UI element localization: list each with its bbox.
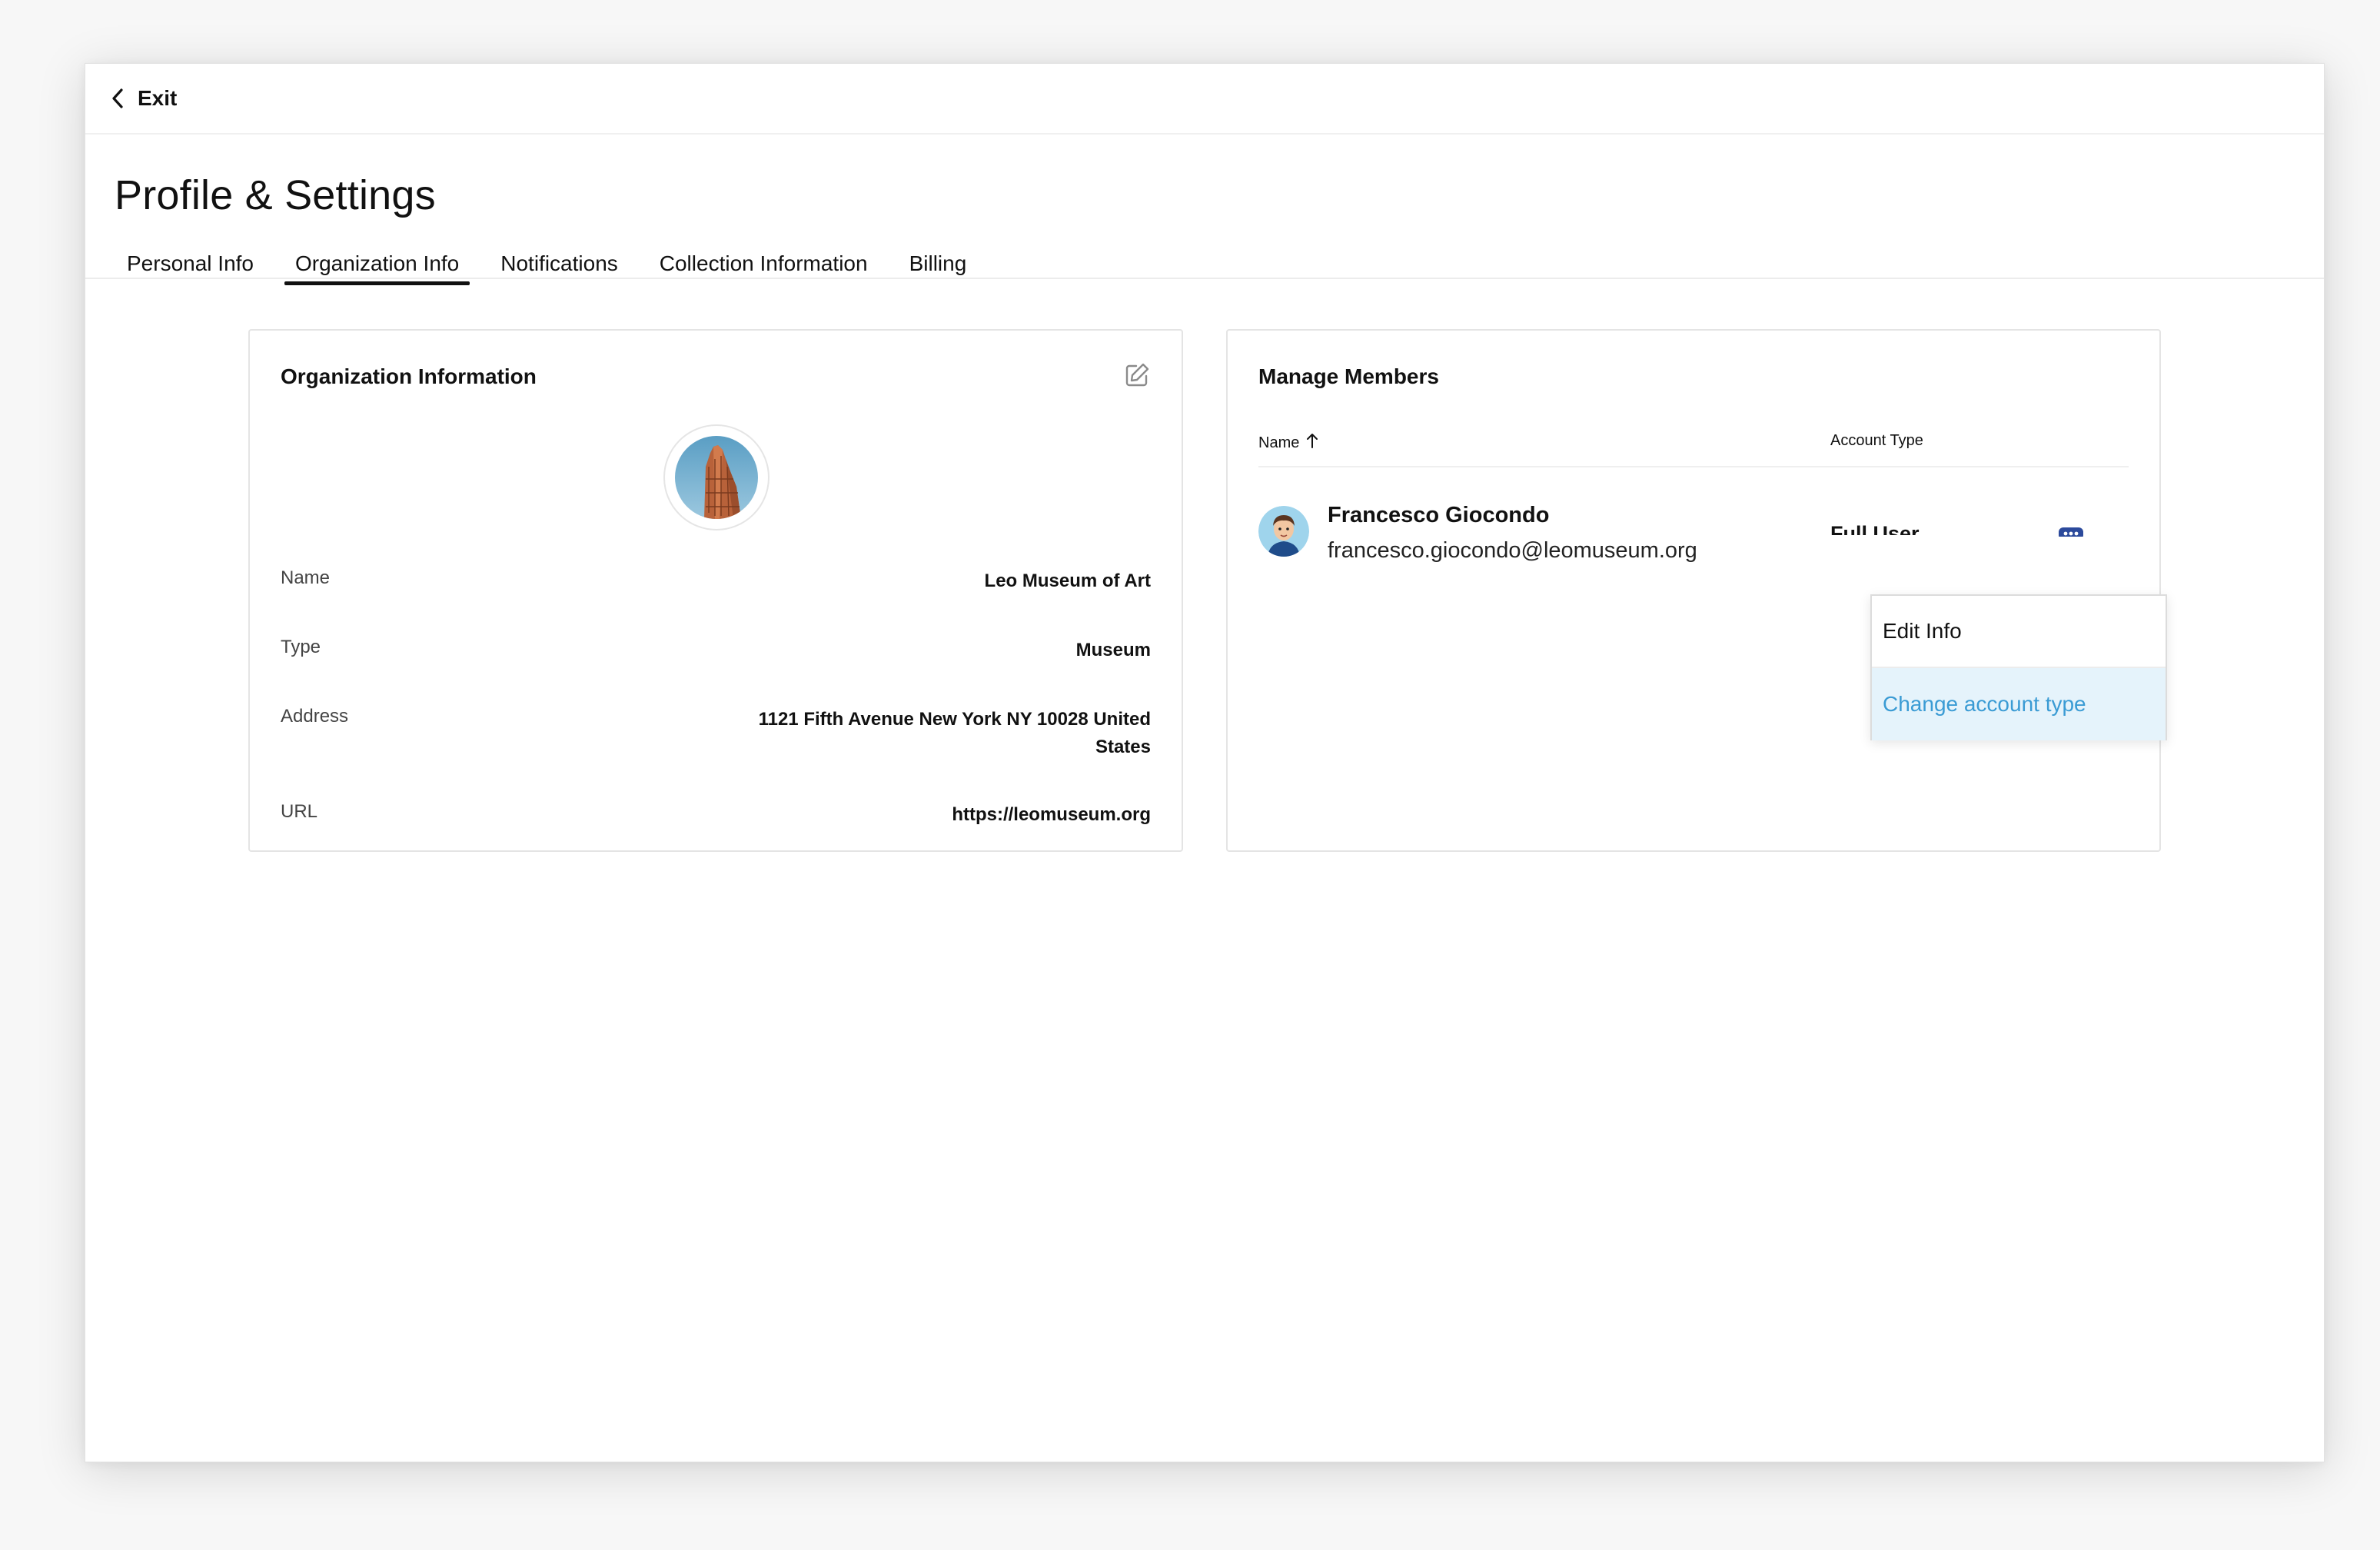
- member-actions-menu: Edit Info Change account type: [1870, 594, 2167, 740]
- arrow-up-icon: [1305, 432, 1319, 454]
- edit-icon[interactable]: [1123, 361, 1151, 389]
- header-divider: [1258, 466, 2129, 467]
- settings-window: Exit Profile & Settings Personal Info Or…: [85, 63, 2325, 1462]
- info-label: URL: [281, 801, 318, 822]
- column-label: Account Type: [1830, 432, 1923, 449]
- tab-notifications[interactable]: Notifications: [490, 247, 629, 281]
- info-value: Museum: [1075, 640, 1151, 660]
- column-header-name[interactable]: Name: [1258, 432, 1319, 454]
- top-bar: Exit: [85, 64, 2324, 135]
- info-label: Name: [281, 567, 331, 588]
- info-value: https://leomuseum.org: [952, 804, 1151, 825]
- avatar: [1258, 506, 1309, 557]
- more-options-icon[interactable]: [2058, 526, 2084, 537]
- info-row-url: URL https://leomuseum.org: [281, 801, 1151, 829]
- member-email: francesco.giocondo@leomuseum.org: [1328, 538, 1697, 563]
- info-row-type: Type Museum: [281, 637, 1151, 664]
- info-value: Leo Museum of Art: [984, 570, 1151, 591]
- info-label: Type: [281, 637, 321, 657]
- chevron-left-icon: [111, 88, 124, 108]
- organization-photo: [675, 436, 758, 519]
- menu-item-edit-info[interactable]: Edit Info: [1872, 596, 2166, 668]
- card-title: Organization Information: [281, 364, 537, 388]
- exit-button[interactable]: Exit: [111, 86, 177, 111]
- info-row-name: Name Leo Museum of Art: [281, 567, 1151, 595]
- tab-collection-information[interactable]: Collection Information: [649, 247, 879, 281]
- exit-label: Exit: [138, 86, 178, 110]
- tabs-divider: [85, 278, 2324, 279]
- member-name: Francesco Giocondo: [1328, 503, 1550, 527]
- column-header-account-type[interactable]: Account Type: [1830, 432, 1923, 450]
- manage-members-card: Manage Members Name Account Type Frances…: [1226, 329, 2161, 852]
- tab-organization-info[interactable]: Organization Info: [284, 247, 470, 285]
- organization-avatar: [663, 424, 770, 531]
- info-row-address: Address 1121 Fifth Avenue New York NY 10…: [281, 706, 1151, 761]
- column-label: Name: [1258, 434, 1300, 451]
- member-account-type: Full User: [1830, 522, 1920, 535]
- page-title: Profile & Settings: [115, 172, 436, 218]
- organization-info-card: Organization Information Name Leo Museum…: [248, 329, 1183, 852]
- info-value: 1121 Fifth Avenue New York NY 10028 Unit…: [758, 709, 1151, 757]
- menu-item-change-account-type[interactable]: Change account type: [1872, 668, 2166, 740]
- info-label: Address: [281, 706, 349, 727]
- tab-personal-info[interactable]: Personal Info: [116, 247, 264, 281]
- tab-billing[interactable]: Billing: [899, 247, 978, 281]
- card-title: Manage Members: [1258, 364, 1439, 388]
